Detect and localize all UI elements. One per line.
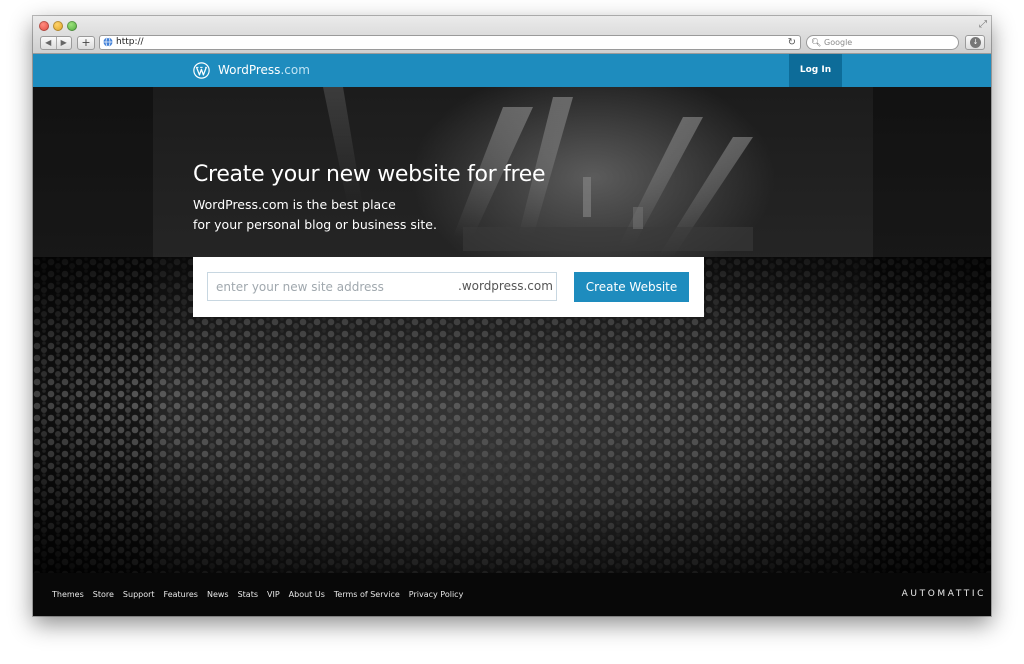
downloads-button[interactable]: ↓: [965, 35, 985, 50]
hero-subline-2: for your personal blog or business site.: [193, 217, 437, 232]
footer-link-themes[interactable]: Themes: [52, 590, 84, 599]
automattic-logo[interactable]: AUTOMATTIC: [902, 573, 986, 616]
address-bar[interactable]: http:// ↻: [99, 35, 801, 50]
browser-toolbar: ⤢ ◀ ▶ + http:// ↻ 🔍︎ ↓: [33, 16, 991, 54]
footer-link-support[interactable]: Support: [123, 590, 155, 599]
downloads-icon: ↓: [970, 37, 981, 48]
footer-link-vip[interactable]: VIP: [267, 590, 280, 599]
footer-link-privacy[interactable]: Privacy Policy: [409, 590, 464, 599]
back-icon[interactable]: ◀: [41, 37, 56, 49]
footer-links: Themes Store Support Features News Stats…: [52, 573, 463, 616]
wordpress-logo-icon[interactable]: [193, 62, 210, 79]
search-input[interactable]: [824, 36, 954, 49]
brand-name-text: WordPress: [218, 63, 281, 77]
web-page: WordPress.com Log In Create your new web…: [33, 54, 991, 616]
login-button[interactable]: Log In: [789, 54, 842, 87]
hero-section: Create your new website for free WordPre…: [33, 87, 991, 573]
history-buttons: ◀ ▶: [40, 36, 72, 50]
footer-link-stats[interactable]: Stats: [238, 590, 258, 599]
footer-link-store[interactable]: Store: [93, 590, 114, 599]
hero-headline: Create your new website for free: [193, 162, 546, 187]
footer-link-terms[interactable]: Terms of Service: [334, 590, 400, 599]
masterbar: WordPress.com Log In: [33, 54, 991, 87]
signup-form: .wordpress.com Create Website: [193, 257, 704, 317]
footer-link-features[interactable]: Features: [164, 590, 198, 599]
close-icon[interactable]: [39, 21, 49, 31]
domain-suffix: .wordpress.com: [458, 279, 553, 293]
add-icon[interactable]: +: [77, 36, 95, 50]
footer: Themes Store Support Features News Stats…: [33, 573, 991, 616]
brand-suffix: .com: [280, 63, 310, 77]
create-website-button[interactable]: Create Website: [574, 272, 689, 302]
brand-name[interactable]: WordPress.com: [218, 62, 310, 79]
globe-icon: [103, 37, 113, 47]
resize-icon[interactable]: ⤢: [979, 19, 987, 30]
footer-link-about-us[interactable]: About Us: [289, 590, 325, 599]
hero-subline-1: WordPress.com is the best place: [193, 197, 396, 212]
minimize-icon[interactable]: [53, 21, 63, 31]
browser-window: ⤢ ◀ ▶ + http:// ↻ 🔍︎ ↓: [33, 16, 991, 616]
url-text: http://: [116, 37, 144, 47]
reload-icon[interactable]: ↻: [788, 36, 796, 49]
search-bar: 🔍︎: [806, 35, 959, 50]
search-icon: 🔍︎: [811, 38, 822, 47]
footer-link-news[interactable]: News: [207, 590, 229, 599]
forward-icon[interactable]: ▶: [55, 37, 72, 49]
zoom-icon[interactable]: [67, 21, 77, 31]
